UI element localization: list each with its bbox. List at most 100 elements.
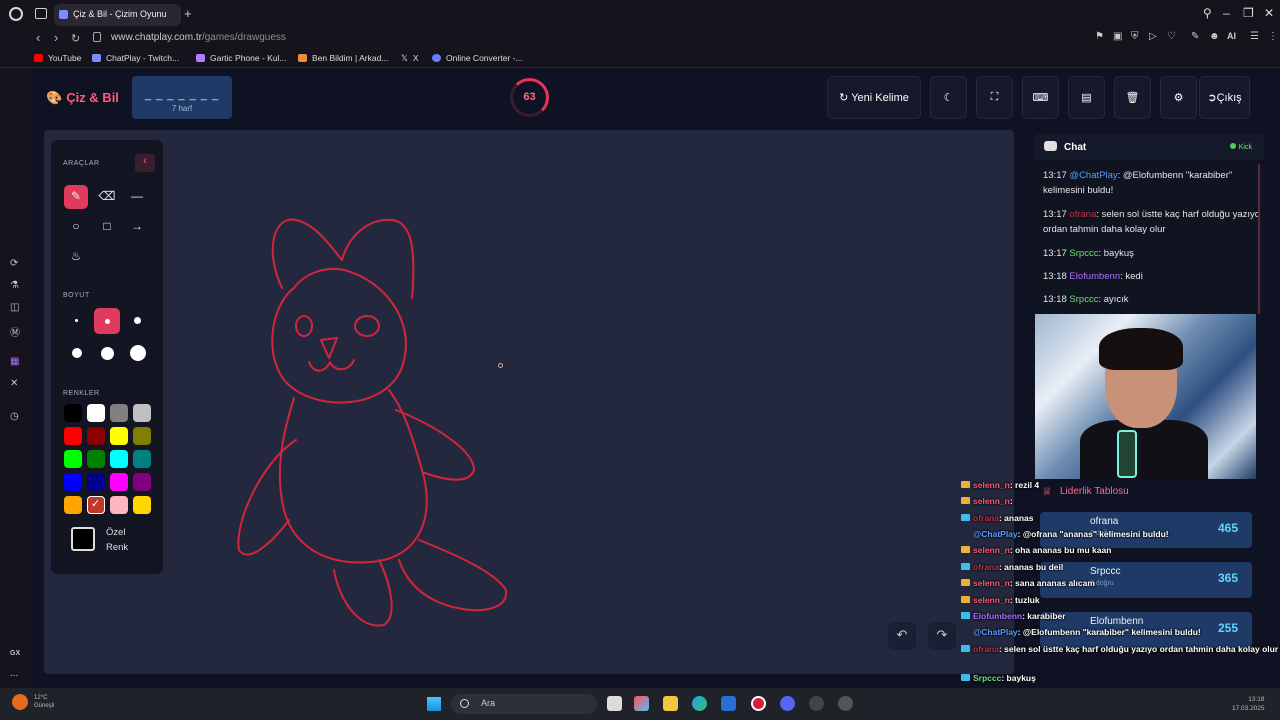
- back-icon[interactable]: ‹: [36, 30, 40, 45]
- tabs-icon[interactable]: ◫: [10, 302, 19, 313]
- profile-icon[interactable]: ☻: [1209, 31, 1220, 42]
- shield-icon[interactable]: ⛨: [1131, 31, 1139, 42]
- color-swatch[interactable]: [133, 496, 151, 514]
- color-swatch[interactable]: [87, 404, 105, 422]
- pin-icon[interactable]: ⚑: [1095, 31, 1104, 42]
- search-icon[interactable]: ⚲: [1203, 6, 1212, 20]
- bookmark-x[interactable]: 𝕏X: [401, 53, 419, 64]
- url-field[interactable]: www.chatplay.com.tr/games/drawguess: [111, 32, 286, 43]
- new-word-button[interactable]: ↻ Yeni Kelime: [827, 76, 921, 119]
- circle-tool[interactable]: ○: [64, 215, 88, 239]
- custom-color-button[interactable]: Özel Renk: [63, 524, 153, 556]
- copilot-icon[interactable]: [634, 696, 649, 711]
- screenshot-icon[interactable]: ▣: [1113, 31, 1122, 42]
- minimize-icon[interactable]: –: [1223, 6, 1230, 20]
- line-tool[interactable]: —: [125, 185, 149, 209]
- keyboard-button[interactable]: ⌨: [1022, 76, 1059, 119]
- x-icon[interactable]: ✕: [10, 378, 18, 389]
- color-swatch[interactable]: [64, 427, 82, 445]
- eraser-tool[interactable]: ⌫: [95, 185, 119, 209]
- workspace-icon[interactable]: ⚗: [10, 280, 19, 291]
- archive-button[interactable]: ▤: [1068, 76, 1105, 119]
- extensions-icon[interactable]: ✎: [1191, 31, 1199, 42]
- color-swatch[interactable]: [87, 473, 105, 491]
- opera-logo-icon[interactable]: [9, 7, 23, 21]
- collapse-tools-button[interactable]: ‹: [135, 154, 155, 172]
- chat-username[interactable]: Srpccc: [1069, 294, 1098, 305]
- color-swatch[interactable]: [87, 427, 105, 445]
- exit-button[interactable]: ➲Çıkış: [1199, 76, 1250, 119]
- arrow-tool[interactable]: →: [125, 215, 149, 239]
- drawing-canvas[interactable]: ARAÇLAR ‹ ✎ ⌫ — ○ □ → ♨ BOYUT RENKLER ✓ …: [44, 130, 1014, 674]
- bookmark-youtube[interactable]: YouTube: [34, 53, 81, 63]
- maximize-icon[interactable]: ❐: [1243, 6, 1254, 20]
- settings-button[interactable]: ⚙: [1160, 76, 1197, 119]
- weather-widget[interactable]: 12°C Güneşli: [34, 694, 54, 710]
- fill-tool[interactable]: ♨: [64, 245, 88, 269]
- workspaces-icon[interactable]: [35, 8, 47, 19]
- dark-mode-button[interactable]: ☾: [930, 76, 967, 119]
- aria-icon[interactable]: ⟳: [10, 258, 18, 269]
- bookmark-chatplay[interactable]: ChatPlay - Twitch...: [92, 53, 179, 63]
- size-option-1[interactable]: [75, 319, 78, 322]
- weather-icon[interactable]: [12, 694, 28, 710]
- game-brand[interactable]: 🎨 Çiz & Bil: [46, 90, 119, 106]
- chat-scrollbar[interactable]: [1258, 164, 1260, 314]
- size-option-6[interactable]: [130, 345, 146, 361]
- m-icon[interactable]: Ⓜ: [10, 324, 20, 339]
- color-swatch[interactable]: [64, 473, 82, 491]
- settings-app-icon[interactable]: [838, 696, 853, 711]
- gx-button[interactable]: GX: [10, 650, 20, 657]
- bookmark-online-converter[interactable]: Online Converter -...: [432, 53, 523, 63]
- twitch-icon[interactable]: ▦: [10, 356, 19, 367]
- obs-icon[interactable]: [809, 696, 824, 711]
- chat-username[interactable]: Elofumbenn: [1069, 271, 1120, 282]
- color-swatch[interactable]: [110, 450, 128, 468]
- start-button[interactable]: [427, 697, 441, 711]
- color-swatch[interactable]: [133, 450, 151, 468]
- size-option-4[interactable]: [72, 348, 82, 358]
- more-dots-icon[interactable]: ...: [10, 668, 18, 679]
- taskbar-clock[interactable]: 13:18 17.03.2025: [1232, 695, 1265, 713]
- color-swatch[interactable]: ✓: [87, 496, 105, 514]
- chat-username[interactable]: ofrana: [1069, 209, 1096, 220]
- play-icon[interactable]: ▷: [1149, 31, 1157, 42]
- undo-button[interactable]: ↶: [888, 622, 916, 650]
- menu-icon[interactable]: ☰: [1250, 31, 1259, 42]
- clear-canvas-button[interactable]: 🗑: [1114, 76, 1151, 119]
- color-swatch[interactable]: [133, 473, 151, 491]
- chat-username[interactable]: Srpccc: [1069, 248, 1098, 259]
- chat-username[interactable]: @ChatPlay: [1069, 170, 1117, 181]
- bookmark-gartic-phone[interactable]: Gartic Phone - Kul...: [196, 53, 287, 63]
- edge-icon[interactable]: [692, 696, 707, 711]
- color-swatch[interactable]: [87, 450, 105, 468]
- discord-icon[interactable]: [780, 696, 795, 711]
- color-swatch[interactable]: [64, 496, 82, 514]
- taskbar-search[interactable]: Ara: [451, 694, 597, 714]
- forward-icon[interactable]: ›: [54, 30, 58, 45]
- color-swatch[interactable]: [133, 427, 151, 445]
- color-swatch[interactable]: [64, 450, 82, 468]
- store-icon[interactable]: [721, 696, 736, 711]
- opera-gx-icon[interactable]: [751, 696, 766, 711]
- history-icon[interactable]: ◷: [10, 411, 19, 422]
- redo-button[interactable]: ↷: [928, 622, 956, 650]
- fullscreen-button[interactable]: ⛶: [976, 76, 1013, 119]
- size-option-5[interactable]: [101, 347, 114, 360]
- bookmark-ben-bildim[interactable]: Ben Bildim | Arkad...: [298, 53, 388, 63]
- heart-icon[interactable]: ♡: [1167, 31, 1176, 42]
- task-view-icon[interactable]: [607, 696, 622, 711]
- rectangle-tool[interactable]: □: [95, 215, 119, 239]
- color-swatch[interactable]: [110, 496, 128, 514]
- reload-icon[interactable]: ↻: [71, 32, 80, 45]
- size-option-3[interactable]: [134, 317, 141, 324]
- color-swatch[interactable]: [133, 404, 151, 422]
- brush-tool[interactable]: ✎: [64, 185, 88, 209]
- color-swatch[interactable]: [110, 473, 128, 491]
- new-tab-button[interactable]: +: [184, 6, 192, 21]
- aria-ai-button[interactable]: AI: [1227, 31, 1236, 41]
- color-swatch[interactable]: [110, 404, 128, 422]
- color-swatch[interactable]: [110, 427, 128, 445]
- more-icon[interactable]: ⋮: [1268, 31, 1278, 42]
- close-icon[interactable]: ✕: [1264, 6, 1274, 20]
